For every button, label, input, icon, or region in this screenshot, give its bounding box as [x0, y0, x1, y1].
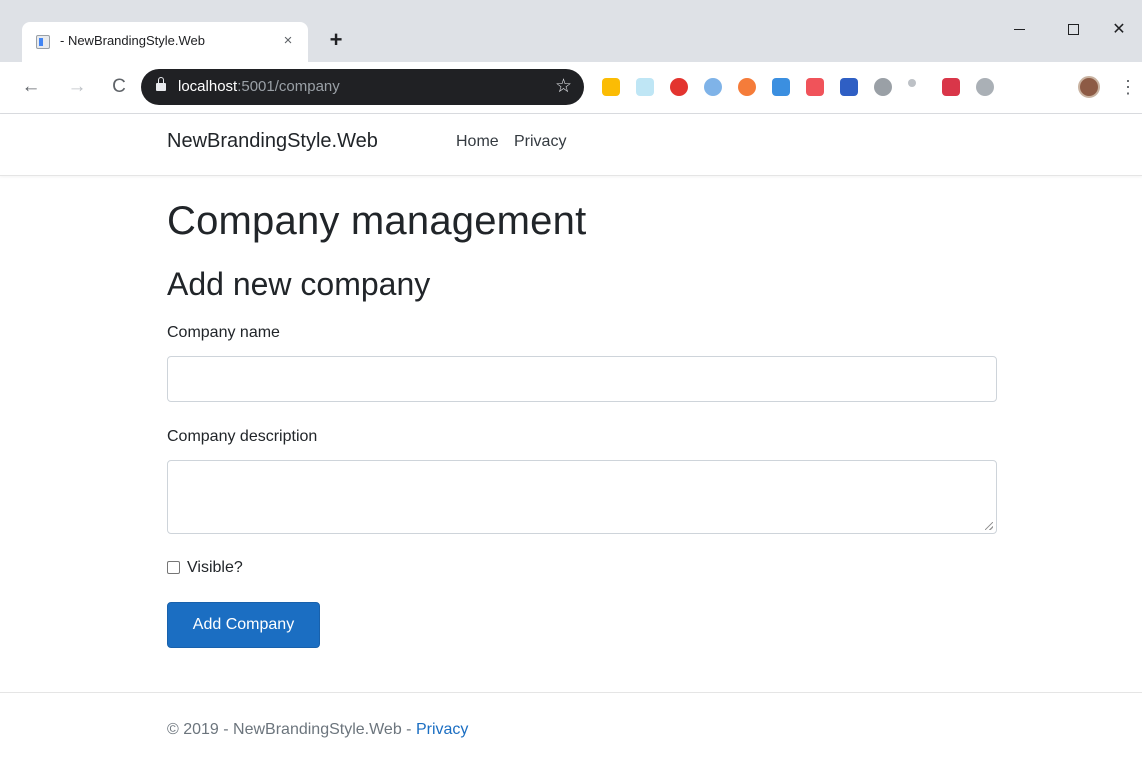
- timer-icon[interactable]: [874, 78, 892, 96]
- maximize-icon: [1067, 24, 1079, 36]
- company-name-input[interactable]: [167, 356, 997, 402]
- maximize-button[interactable]: [1050, 16, 1096, 44]
- dots-icon[interactable]: [908, 79, 916, 87]
- close-window-button[interactable]: ✕: [1096, 16, 1142, 44]
- company-description-textarea[interactable]: [167, 460, 997, 534]
- minimize-button[interactable]: [996, 16, 1042, 44]
- back-button[interactable]: ←: [18, 74, 44, 100]
- window-icon[interactable]: [772, 78, 790, 96]
- address-bar[interactable]: localhost:5001/company ☆: [141, 69, 584, 105]
- site-navbar: NewBrandingStyle.Web Home Privacy: [0, 114, 1142, 176]
- browser-toolbar: ← → C localhost:5001/company ☆ ⋮: [0, 62, 1142, 114]
- resize-handle-icon[interactable]: [985, 522, 993, 530]
- puzzle-icon[interactable]: [976, 78, 994, 96]
- brand-link[interactable]: NewBrandingStyle.Web: [167, 130, 378, 153]
- visible-checkbox[interactable]: [167, 561, 180, 574]
- chat-icon[interactable]: [806, 78, 824, 96]
- browser-tab[interactable]: - NewBrandingStyle.Web ×: [22, 22, 308, 62]
- company-description-label: Company description: [167, 428, 318, 445]
- minimize-icon: [1013, 29, 1025, 31]
- footer-privacy-link[interactable]: Privacy: [416, 721, 468, 738]
- reload-button[interactable]: C: [106, 74, 132, 100]
- drive-icon[interactable]: [602, 78, 620, 96]
- tab-close-icon[interactable]: ×: [278, 31, 298, 51]
- visible-checkbox-label[interactable]: Visible?: [187, 559, 243, 577]
- nav-link-privacy[interactable]: Privacy: [514, 133, 566, 151]
- company-name-label: Company name: [167, 324, 280, 341]
- footer-text: © 2019 - NewBrandingStyle.Web - Privacy: [167, 721, 469, 738]
- pocket-icon[interactable]: [942, 78, 960, 96]
- page-title: Company management: [167, 199, 587, 243]
- edge-icon[interactable]: [704, 78, 722, 96]
- nav-link-home[interactable]: Home: [456, 133, 499, 151]
- tab-title: - NewBrandingStyle.Web: [60, 33, 205, 48]
- url-text: localhost:5001/company: [178, 78, 340, 95]
- page-footer: © 2019 - NewBrandingStyle.Web - Privacy: [0, 692, 1142, 758]
- react-icon[interactable]: [636, 78, 654, 96]
- orange-icon[interactable]: [738, 78, 756, 96]
- opera-icon[interactable]: [670, 78, 688, 96]
- section-title: Add new company: [167, 266, 431, 302]
- avatar[interactable]: [1078, 76, 1100, 98]
- blue-square-icon[interactable]: [840, 78, 858, 96]
- lock-icon[interactable]: [156, 77, 166, 92]
- forward-button[interactable]: →: [64, 74, 90, 100]
- new-tab-button[interactable]: +: [324, 28, 348, 52]
- page-favicon-icon: [36, 35, 50, 49]
- browser-titlebar: - NewBrandingStyle.Web × + ✕: [0, 0, 1142, 62]
- bookmark-star-icon[interactable]: ☆: [555, 75, 572, 98]
- browser-menu-icon[interactable]: ⋮: [1119, 75, 1137, 99]
- add-company-button[interactable]: Add Company: [167, 602, 320, 648]
